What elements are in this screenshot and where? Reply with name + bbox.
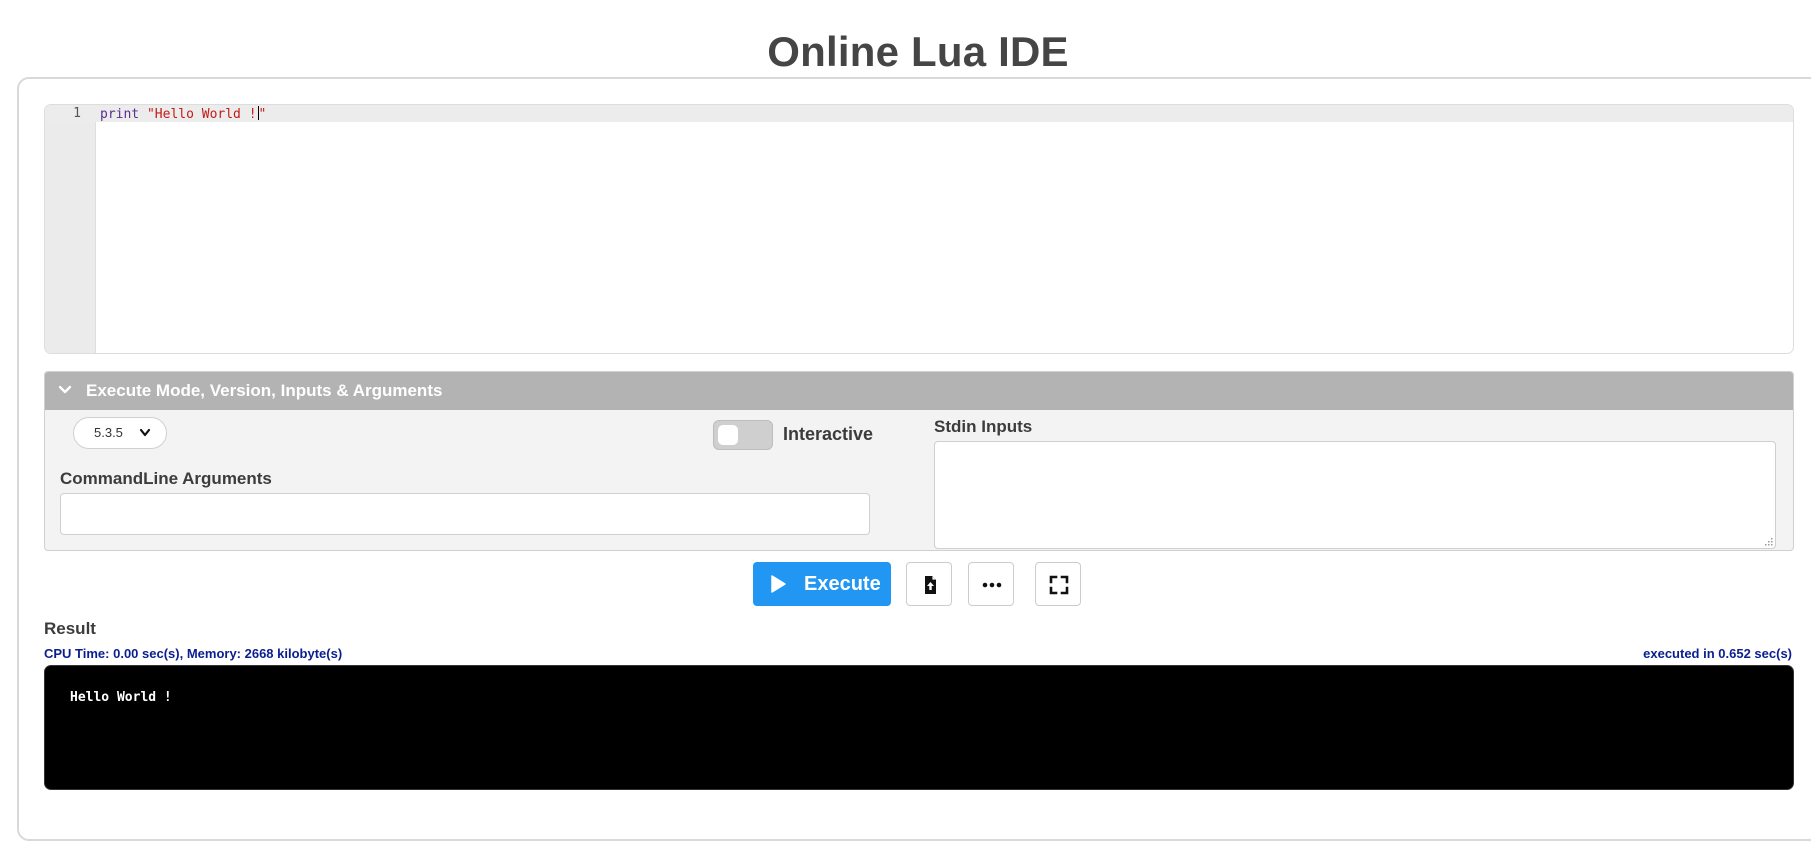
- code-string-start: "Hello World !: [146, 107, 257, 122]
- execution-stats: CPU Time: 0.00 sec(s), Memory: 2668 kilo…: [44, 646, 343, 661]
- play-icon: [771, 575, 786, 593]
- interactive-label: Interactive: [783, 424, 874, 444]
- code-string-end: ": [258, 107, 267, 122]
- resize-grip-icon[interactable]: [1763, 536, 1773, 546]
- version-select-value: 5.3.5: [94, 425, 123, 440]
- execution-time: executed in 0.652 sec(s): [1643, 646, 1792, 661]
- options-header-title: Execute Mode, Version, Inputs & Argument…: [86, 381, 443, 400]
- page-title: Online Lua IDE: [767, 28, 1069, 75]
- line-gutter: [45, 105, 96, 353]
- toggle-knob: [718, 425, 738, 445]
- execute-button-label: Execute: [804, 573, 881, 595]
- fullscreen-button[interactable]: [1035, 562, 1081, 606]
- output-text: Hello World !: [70, 690, 172, 705]
- code-line[interactable]: print "Hello World ! ": [100, 106, 266, 122]
- upload-file-button[interactable]: [906, 562, 952, 606]
- interactive-toggle[interactable]: [713, 420, 773, 450]
- active-line-highlight: [45, 105, 1793, 122]
- code-keyword: print: [100, 107, 140, 122]
- upload-file-icon: [925, 576, 936, 594]
- execute-button[interactable]: Execute: [753, 562, 891, 606]
- chevron-down-icon: [139, 428, 151, 437]
- options-header[interactable]: Execute Mode, Version, Inputs & Argument…: [45, 372, 1793, 410]
- output-console: Hello World !: [44, 665, 1794, 790]
- stdin-input[interactable]: [934, 441, 1776, 549]
- stdin-label: Stdin Inputs: [934, 417, 1033, 436]
- chevron-down-icon: [58, 385, 72, 394]
- more-options-button[interactable]: [968, 562, 1014, 606]
- result-label: Result: [44, 619, 96, 638]
- cmd-args-input[interactable]: [60, 493, 870, 535]
- line-number: 1: [73, 106, 81, 121]
- cmd-args-label: CommandLine Arguments: [60, 469, 272, 488]
- code-editor[interactable]: 1 print "Hello World ! ": [44, 104, 1794, 354]
- fullscreen-icon: [1049, 575, 1069, 595]
- code-string: "Hello World ! ": [146, 106, 267, 122]
- version-select[interactable]: 5.3.5: [73, 417, 167, 449]
- options-panel: Execute Mode, Version, Inputs & Argument…: [44, 371, 1794, 551]
- more-icon: [982, 582, 1002, 588]
